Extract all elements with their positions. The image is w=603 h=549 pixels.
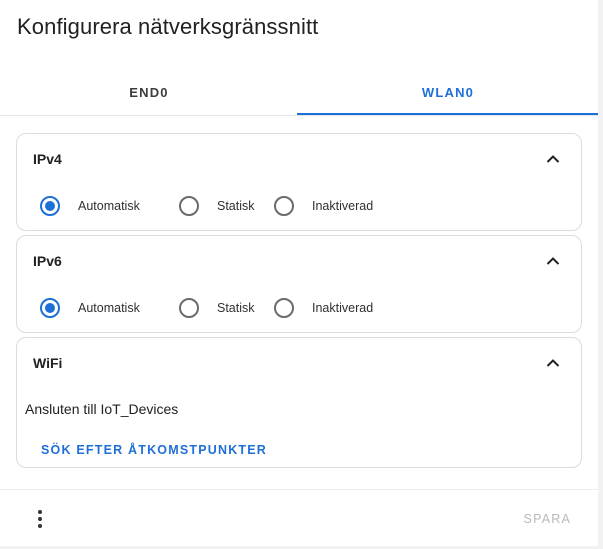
network-config-dialog: Konfigurera nätverksgränssnitt END0 WLAN… bbox=[0, 0, 598, 546]
active-tab-indicator bbox=[297, 113, 598, 115]
ipv4-panel-title: IPv4 bbox=[33, 151, 62, 167]
ipv4-panel: IPv4 Automatisk Statisk Inaktiverad bbox=[16, 133, 582, 231]
ipv4-radio-inaktiverad[interactable]: Inaktiverad bbox=[274, 194, 373, 218]
ipv4-radio-automatisk[interactable]: Automatisk bbox=[40, 194, 140, 218]
dot bbox=[38, 510, 42, 514]
ipv6-radio-inaktiverad[interactable]: Inaktiverad bbox=[274, 296, 373, 320]
ipv6-radio-automatisk[interactable]: Automatisk bbox=[40, 296, 140, 320]
ipv6-panel: IPv6 Automatisk Statisk Inaktiverad bbox=[16, 235, 582, 333]
radio-label: Inaktiverad bbox=[312, 301, 374, 315]
radio-checked-icon bbox=[40, 298, 60, 318]
dialog-content: IPv4 Automatisk Statisk Inaktiverad IPv6… bbox=[0, 117, 598, 489]
radio-label: Automatisk bbox=[78, 199, 140, 213]
scan-access-points-button[interactable]: SÖK EFTER ÅTKOMSTPUNKTER bbox=[41, 443, 267, 457]
radio-label: Inaktiverad bbox=[312, 199, 374, 213]
tab-end0[interactable]: END0 bbox=[0, 68, 298, 116]
radio-unchecked-icon bbox=[274, 196, 294, 216]
more-vert-icon[interactable] bbox=[30, 508, 50, 530]
wifi-connection-status: Ansluten till IoT_Devices bbox=[25, 401, 179, 417]
radio-label: Automatisk bbox=[78, 301, 140, 315]
save-button[interactable]: SPARA bbox=[524, 512, 571, 526]
tab-wlan0[interactable]: WLAN0 bbox=[298, 68, 598, 116]
wifi-panel: WiFi Ansluten till IoT_Devices SÖK EFTER… bbox=[16, 337, 582, 468]
dialog-footer: SPARA bbox=[0, 489, 598, 546]
backdrop-edge bbox=[598, 0, 603, 549]
ipv4-radio-statisk[interactable]: Statisk bbox=[179, 194, 255, 218]
dialog-title: Konfigurera nätverksgränssnitt bbox=[17, 14, 319, 39]
dot bbox=[38, 524, 42, 528]
dot bbox=[38, 517, 42, 521]
interface-tabs: END0 WLAN0 bbox=[0, 68, 598, 116]
wifi-panel-title: WiFi bbox=[33, 355, 63, 371]
ipv6-panel-title: IPv6 bbox=[33, 253, 62, 269]
radio-label: Statisk bbox=[217, 199, 255, 213]
radio-checked-icon bbox=[40, 196, 60, 216]
chevron-up-icon[interactable] bbox=[545, 355, 561, 371]
chevron-up-icon[interactable] bbox=[545, 253, 561, 269]
chevron-up-icon[interactable] bbox=[545, 151, 561, 167]
radio-unchecked-icon bbox=[179, 196, 199, 216]
radio-label: Statisk bbox=[217, 301, 255, 315]
ipv6-radio-statisk[interactable]: Statisk bbox=[179, 296, 255, 320]
radio-unchecked-icon bbox=[274, 298, 294, 318]
radio-unchecked-icon bbox=[179, 298, 199, 318]
